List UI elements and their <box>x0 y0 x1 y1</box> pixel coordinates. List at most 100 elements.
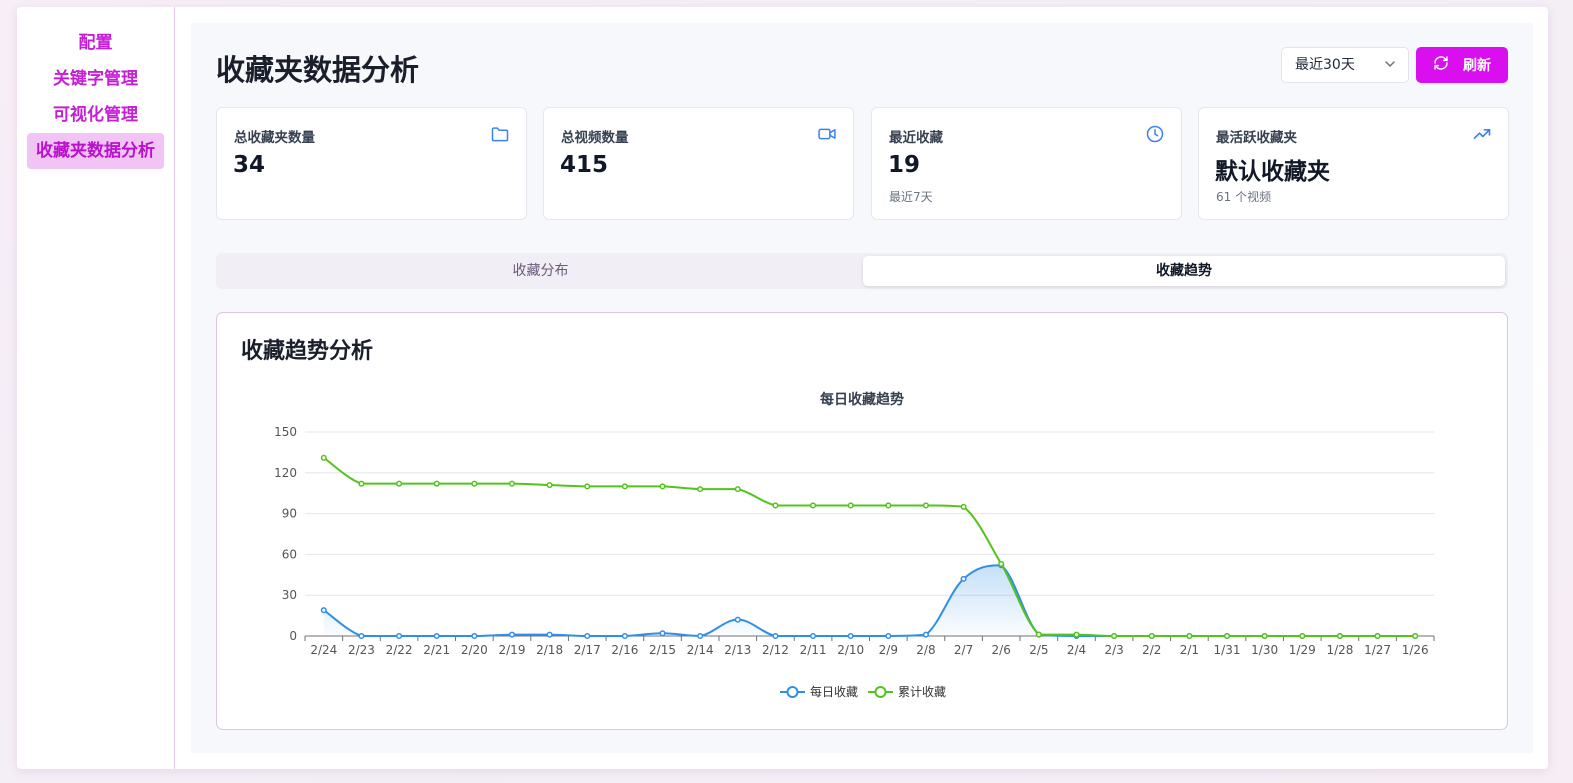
x-tick-label: 2/22 <box>386 643 413 657</box>
stat-label: 总收藏夹数量 <box>234 130 315 146</box>
x-tick-label: 1/27 <box>1364 643 1391 657</box>
y-tick-label: 0 <box>289 629 297 643</box>
daily-area <box>323 565 1416 636</box>
cumulative-point <box>1223 632 1231 640</box>
cumulative-point <box>358 480 365 487</box>
trending-up-icon <box>1472 124 1492 148</box>
sidebar-item-visualization[interactable]: 可视化管理 <box>44 97 147 133</box>
sidebar-item-config[interactable]: 配置 <box>70 25 122 61</box>
date-range-select[interactable]: 最近30天 <box>1281 47 1409 83</box>
stat-card-total-videos: 总视频数量 415 <box>543 107 854 220</box>
sidebar-item-keywords[interactable]: 关键字管理 <box>44 61 147 97</box>
refresh-label: 刷新 <box>1463 58 1491 74</box>
stat-value: 19 <box>888 152 921 178</box>
legend-marker <box>874 686 887 698</box>
chevron-down-icon <box>1384 48 1396 95</box>
daily-point <box>847 632 854 640</box>
cumulative-point <box>584 483 591 490</box>
legend-label: 每日收藏 <box>810 684 858 699</box>
x-tick-label: 2/2 <box>1142 643 1161 657</box>
stat-label: 总视频数量 <box>561 130 629 146</box>
x-tick-label: 2/18 <box>536 643 563 657</box>
refresh-icon <box>1433 55 1449 75</box>
trend-panel: 收藏趋势分析 每日收藏趋势 0 30 60 90 120 150 2/24 2/23 2/22 2… <box>216 312 1508 730</box>
stat-sub: 最近7天 <box>889 190 933 204</box>
daily-point <box>471 632 478 640</box>
video-icon <box>817 124 837 148</box>
legend-marker <box>786 686 799 698</box>
date-range-value: 最近30天 <box>1295 57 1355 73</box>
app-window: 配置 关键字管理 可视化管理 收藏夹数据分析 收藏夹数据分析 最近30天 刷新 … <box>17 7 1548 769</box>
x-tick-label: 2/11 <box>800 643 827 657</box>
cumulative-point <box>1073 631 1080 638</box>
stat-label: 最活跃收藏夹 <box>1216 130 1297 146</box>
x-tick-label: 2/19 <box>499 643 526 657</box>
x-tick-label: 1/29 <box>1289 643 1316 657</box>
cumulative-point <box>922 502 930 509</box>
cumulative-point <box>1035 631 1042 638</box>
folder-icon <box>490 124 510 148</box>
stat-card-recent: 最近收藏 19 最近7天 <box>871 107 1182 220</box>
cumulative-point <box>1336 632 1343 640</box>
x-tick-label: 2/13 <box>724 643 751 657</box>
daily-point <box>358 632 365 640</box>
y-tick-label: 30 <box>282 588 297 602</box>
x-tick-label: 2/5 <box>1029 643 1048 657</box>
daily-point <box>320 607 327 614</box>
x-tick-label: 2/20 <box>461 643 488 657</box>
cumulative-point <box>621 483 628 490</box>
daily-point <box>621 632 628 640</box>
x-tick-label: 2/14 <box>687 643 714 657</box>
cumulative-point <box>1261 632 1268 640</box>
x-tick-label: 2/9 <box>879 643 898 657</box>
main-content: 收藏夹数据分析 最近30天 刷新 总收藏夹数量 34 总视频数量 415 最近收… <box>191 23 1533 753</box>
x-tick-label: 2/23 <box>348 643 375 657</box>
refresh-button[interactable]: 刷新 <box>1416 47 1508 83</box>
cumulative-point <box>1299 632 1306 640</box>
stat-label: 最近收藏 <box>889 130 943 146</box>
y-tick-label: 120 <box>274 466 297 480</box>
daily-point <box>584 632 591 640</box>
x-tick-label: 2/21 <box>423 643 450 657</box>
cumulative-point <box>998 560 1005 567</box>
cumulative-point <box>697 486 704 493</box>
stat-value: 34 <box>233 152 266 178</box>
x-tick-label: 2/3 <box>1104 643 1123 657</box>
x-tick-label: 2/4 <box>1067 643 1086 657</box>
sidebar-item-favorites-analysis[interactable]: 收藏夹数据分析 <box>27 133 164 169</box>
x-tick-label: 2/16 <box>611 643 638 657</box>
daily-line <box>323 564 1416 638</box>
cumulative-point <box>847 502 854 509</box>
chart-title: 每日收藏趋势 <box>820 391 904 408</box>
cumulative-point <box>508 480 516 487</box>
cumulative-point <box>960 503 967 510</box>
cumulative-point <box>734 486 741 493</box>
tab-trend[interactable]: 收藏趋势 <box>863 256 1505 286</box>
page-title: 收藏夹数据分析 <box>216 53 420 87</box>
y-tick-label: 150 <box>274 425 297 439</box>
stat-value: 默认收藏夹 <box>1215 159 1330 185</box>
tab-distribution[interactable]: 收藏分布 <box>219 256 862 286</box>
x-tick-label: 2/6 <box>992 643 1011 657</box>
x-tick-label: 2/10 <box>837 643 864 657</box>
stat-sub: 61 个视频 <box>1216 190 1272 204</box>
sidebar: 配置 关键字管理 可视化管理 收藏夹数据分析 <box>17 7 175 769</box>
cumulative-point <box>810 502 817 509</box>
x-tick-label: 2/17 <box>574 643 601 657</box>
daily-point <box>433 632 440 640</box>
x-tick-label: 1/31 <box>1214 643 1241 657</box>
daily-point <box>922 631 930 638</box>
cumulative-point <box>1186 632 1193 640</box>
x-tick-label: 2/1 <box>1180 643 1199 657</box>
daily-point <box>960 575 967 582</box>
daily-point <box>734 616 741 623</box>
cumulative-point <box>659 483 666 490</box>
x-tick-label: 1/30 <box>1251 643 1278 657</box>
clock-icon <box>1145 124 1165 148</box>
cumulative-line <box>323 457 1416 637</box>
daily-point <box>546 631 553 638</box>
daily-point <box>508 631 516 638</box>
x-tick-label: 1/26 <box>1402 643 1429 657</box>
legend-label: 累计收藏 <box>898 685 946 699</box>
x-tick-label: 1/28 <box>1326 643 1353 657</box>
